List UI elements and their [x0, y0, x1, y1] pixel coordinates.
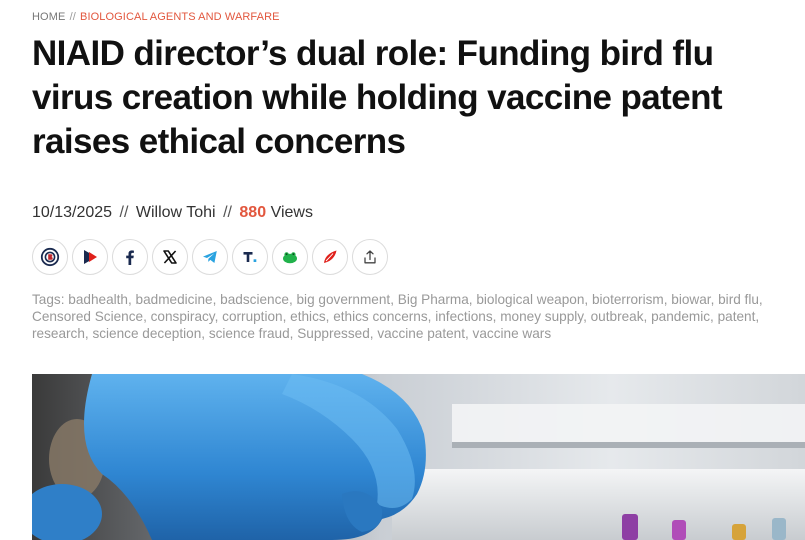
publish-date: 10/13/2025	[32, 204, 113, 221]
gettr-share-button[interactable]	[312, 239, 348, 275]
breadcrumb-separator: //	[69, 11, 76, 23]
tags-line[interactable]: research, science deception, science fra…	[32, 325, 804, 342]
x-icon	[163, 250, 177, 264]
breadcrumb: HOME // BIOLOGICAL AGENTS AND WARFARE	[32, 11, 280, 23]
article-meta: 10/13/2025 // Willow Tohi // 880 Views	[32, 204, 313, 222]
views-label: Views	[270, 204, 313, 221]
brighteon-icon	[40, 247, 60, 267]
share-icon	[364, 250, 376, 264]
x-share-button[interactable]	[152, 239, 188, 275]
tags-list: Tags: badhealth, badmedicine, badscience…	[32, 291, 804, 342]
frog-icon	[283, 252, 297, 264]
telegram-share-button[interactable]	[192, 239, 228, 275]
gettr-icon	[324, 250, 337, 263]
facebook-icon	[126, 250, 134, 265]
tags-line[interactable]: Censored Science, conspiracy, corruption…	[32, 308, 804, 325]
brighteon-video-share-button[interactable]	[72, 239, 108, 275]
meta-separator: //	[223, 204, 232, 221]
meta-separator: //	[119, 204, 129, 221]
breadcrumb-home-link[interactable]: HOME	[32, 11, 65, 23]
telegram-icon	[203, 251, 217, 263]
tags-line[interactable]: Tags: badhealth, badmedicine, badscience…	[32, 291, 804, 308]
author-link[interactable]: Willow Tohi	[136, 204, 216, 221]
truth-social-icon	[243, 252, 257, 262]
gloved-hand-lab-photo	[32, 374, 805, 540]
views-count: 880	[239, 204, 267, 221]
share-bar	[32, 239, 388, 275]
truth-social-share-button[interactable]	[232, 239, 268, 275]
share-export-button[interactable]	[352, 239, 388, 275]
brighteon-social-share-button[interactable]	[32, 239, 68, 275]
facebook-share-button[interactable]	[112, 239, 148, 275]
play-logo-icon	[84, 250, 97, 264]
hero-image	[32, 374, 805, 540]
breadcrumb-category-link[interactable]: BIOLOGICAL AGENTS AND WARFARE	[80, 11, 280, 23]
gab-share-button[interactable]	[272, 239, 308, 275]
article-title: NIAID director’s dual role: Funding bird…	[32, 34, 723, 161]
